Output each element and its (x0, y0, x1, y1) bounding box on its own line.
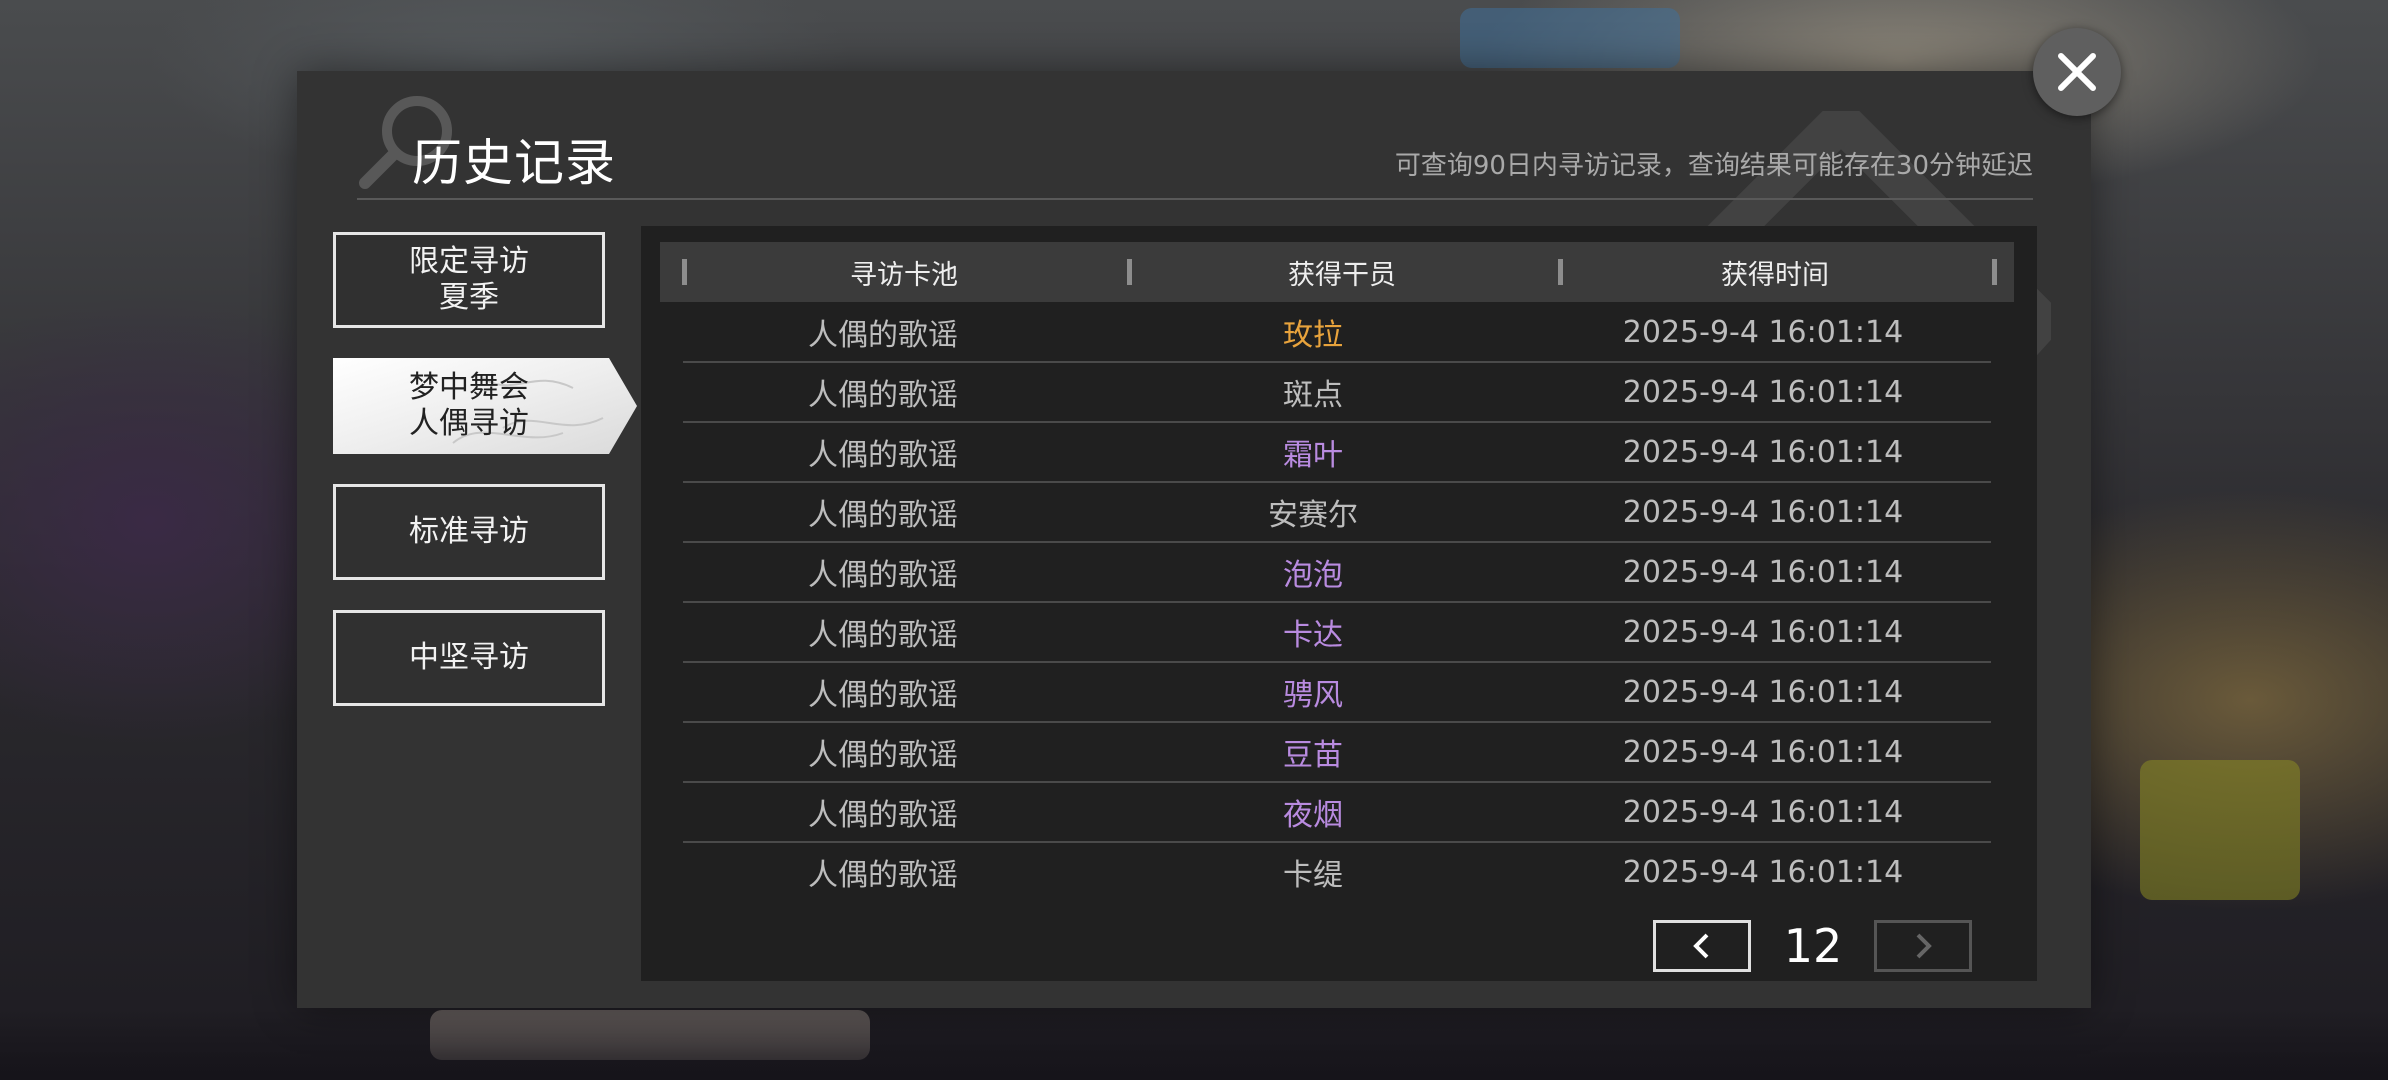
table-row: 人偶的歌谣 卡缇 2025-9-4 16:01:14 (683, 843, 1991, 903)
table-row: 人偶的歌谣 泡泡 2025-9-4 16:01:14 (683, 543, 1991, 603)
cell-time: 2025-9-4 16:01:14 (1622, 494, 1904, 530)
cell-operator: 玫拉 (1283, 318, 1343, 353)
cell-operator: 豆苗 (1283, 738, 1343, 773)
close-button[interactable] (2033, 28, 2121, 116)
dialog-title: 历史记录 (412, 134, 616, 192)
cell-operator: 泡泡 (1283, 558, 1343, 593)
table-row: 人偶的歌谣 安赛尔 2025-9-4 16:01:14 (683, 483, 1991, 543)
column-header-operator: 获得干员 (1288, 259, 1396, 291)
tab-label: 限定寻访 (409, 244, 529, 279)
tab-label: 夏季 (439, 280, 499, 315)
cell-pool: 人偶的歌谣 (808, 558, 958, 593)
cell-operator: 霜叶 (1283, 438, 1343, 473)
page-number: 12 (1783, 919, 1843, 973)
table-header: 寻访卡池 获得干员 获得时间 (660, 242, 2014, 302)
cell-time: 2025-9-4 16:01:14 (1622, 374, 1904, 410)
table-row: 人偶的歌谣 骋风 2025-9-4 16:01:14 (683, 663, 1991, 723)
cell-time: 2025-9-4 16:01:14 (1622, 794, 1904, 830)
history-dialog: 历史记录 可查询90日内寻访记录，查询结果可能存在30分钟延迟 限定寻访 夏季 … (297, 71, 2091, 1008)
header-divider (357, 198, 2033, 200)
cell-time: 2025-9-4 16:01:14 (1622, 314, 1904, 350)
background-blob (1460, 8, 1680, 68)
cell-pool: 人偶的歌谣 (808, 618, 958, 653)
cell-time: 2025-9-4 16:01:14 (1622, 554, 1904, 590)
cell-pool: 人偶的歌谣 (808, 378, 958, 413)
cell-time: 2025-9-4 16:01:14 (1622, 734, 1904, 770)
table-row: 人偶的歌谣 霜叶 2025-9-4 16:01:14 (683, 423, 1991, 483)
background-blob (2140, 760, 2300, 900)
query-notice: 可查询90日内寻访记录，查询结果可能存在30分钟延迟 (1394, 151, 2033, 181)
tab-label: 中坚寻访 (409, 640, 529, 675)
cell-pool: 人偶的歌谣 (808, 438, 958, 473)
tab-label: 梦中舞会 (409, 370, 529, 405)
cell-pool: 人偶的歌谣 (808, 318, 958, 353)
cell-time: 2025-9-4 16:01:14 (1622, 674, 1904, 710)
close-icon (2058, 53, 2096, 91)
chevron-left-icon (1693, 933, 1709, 959)
tab-label: 人偶寻访 (409, 406, 529, 441)
background-bottom-shade (0, 1010, 2388, 1080)
column-header-pool: 寻访卡池 (850, 259, 958, 291)
cell-operator: 卡达 (1283, 618, 1343, 653)
cell-pool: 人偶的歌谣 (808, 498, 958, 533)
cell-time: 2025-9-4 16:01:14 (1622, 614, 1904, 650)
tab-standard[interactable]: 标准寻访 (333, 484, 605, 580)
records-table: 寻访卡池 获得干员 获得时间 人偶的歌谣 玫拉 2025-9-4 16:01:14 人… (641, 226, 2037, 981)
table-row: 人偶的歌谣 玫拉 2025-9-4 16:01:14 (683, 303, 1991, 363)
table-row: 人偶的歌谣 斑点 2025-9-4 16:01:14 (683, 363, 1991, 423)
cell-operator: 夜烟 (1283, 798, 1343, 833)
cell-operator: 卡缇 (1283, 858, 1343, 893)
tab-dream-ball-doll[interactable]: 梦中舞会 人偶寻访 (333, 358, 637, 454)
previous-page-button[interactable] (1653, 920, 1751, 972)
cell-time: 2025-9-4 16:01:14 (1622, 854, 1904, 890)
cell-pool: 人偶的歌谣 (808, 798, 958, 833)
column-header-time: 获得时间 (1721, 259, 1829, 291)
table-row: 人偶的歌谣 卡达 2025-9-4 16:01:14 (683, 603, 1991, 663)
cell-operator: 斑点 (1283, 378, 1343, 413)
table-row: 人偶的歌谣 夜烟 2025-9-4 16:01:14 (683, 783, 1991, 843)
cell-time: 2025-9-4 16:01:14 (1622, 434, 1904, 470)
cell-pool: 人偶的歌谣 (808, 858, 958, 893)
chevron-right-icon (1916, 933, 1932, 959)
next-page-button[interactable] (1874, 920, 1972, 972)
header-separator (1992, 259, 1997, 285)
cell-operator: 安赛尔 (1268, 498, 1358, 533)
table-row: 人偶的歌谣 豆苗 2025-9-4 16:01:14 (683, 723, 1991, 783)
cell-operator: 骋风 (1283, 678, 1343, 713)
tab-label: 标准寻访 (409, 514, 529, 549)
tab-limited-summer[interactable]: 限定寻访 夏季 (333, 232, 605, 328)
cell-pool: 人偶的歌谣 (808, 678, 958, 713)
tab-core[interactable]: 中坚寻访 (333, 610, 605, 706)
cell-pool: 人偶的歌谣 (808, 738, 958, 773)
